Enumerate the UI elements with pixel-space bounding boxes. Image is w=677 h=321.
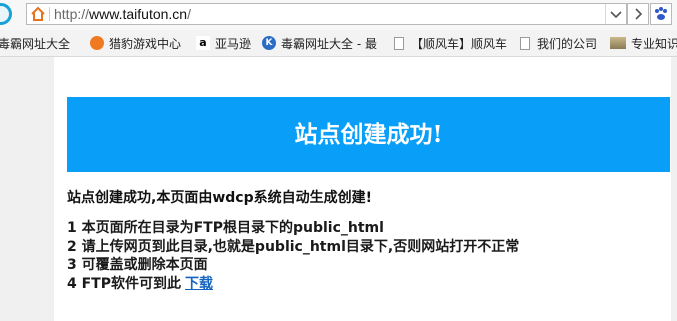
list-item: 2 请上传网页到此目录,也就是public_html目录下,否则网站打开不正常: [67, 238, 520, 255]
url-dropdown-button[interactable]: [605, 4, 626, 24]
bookmark-item[interactable]: a 亚马逊: [196, 35, 251, 51]
thumbnail-icon: [610, 37, 626, 49]
forward-button[interactable]: [627, 3, 649, 25]
chevron-down-icon: [610, 11, 622, 19]
page-icon: [394, 36, 404, 50]
url-prefix: http://: [54, 6, 90, 22]
bookmark-item[interactable]: 【顺风车】顺风车: [394, 35, 507, 51]
bookmark-label: 我们的公司: [537, 36, 598, 51]
success-banner: 站点创建成功!: [67, 97, 670, 172]
bookmark-item[interactable]: 专业知识: [610, 35, 677, 51]
url-text[interactable]: http://www.taifuton.cn/: [54, 6, 191, 23]
address-separator: [49, 7, 50, 21]
address-bar-row: http://www.taifuton.cn/: [0, 0, 677, 31]
bookmark-label: 【顺风车】顺风车: [411, 36, 508, 51]
list-item: 3 可覆盖或删除本页面: [67, 257, 208, 273]
bookmark-item[interactable]: 我们的公司: [520, 35, 597, 51]
bookmark-label: 毒霸网址大全: [0, 36, 71, 51]
home-icon[interactable]: [30, 6, 46, 22]
amazon-icon: a: [196, 36, 210, 50]
bookmark-item[interactable]: K 毒霸网址大全 - 最: [262, 35, 377, 51]
list-item: 4 FTP软件可到此 下载: [67, 275, 667, 294]
browser-logo-icon[interactable]: [0, 3, 12, 25]
left-sidebar-strip: [0, 57, 54, 321]
bookmark-label: 专业知识: [631, 36, 677, 51]
instruction-list: 1 本页面所在目录为FTP根目录下的public_html 2 请上传网页到此目…: [67, 219, 667, 293]
list-item: 1 本页面所在目录为FTP根目录下的public_html: [67, 220, 384, 236]
url-suffix: /: [187, 6, 191, 22]
url-host: www.taifuton.cn: [89, 6, 188, 22]
bookmarks-bar: 毒霸网址大全 猎豹游戏中心 a 亚马逊 K 毒霸网址大全 - 最 【顺风车】顺风…: [0, 30, 677, 57]
bookmark-label: 猎豹游戏中心: [109, 36, 182, 51]
bookmark-item[interactable]: 毒霸网址大全: [0, 35, 70, 51]
download-link[interactable]: 下载: [185, 276, 213, 292]
address-bar[interactable]: http://www.taifuton.cn/: [26, 3, 627, 25]
page-content: 站点创建成功,本页面由wdcp系统自动生成创建! 1 本页面所在目录为FTP根目…: [67, 188, 667, 293]
page-icon: [520, 36, 530, 50]
bookmark-label: 亚马逊: [215, 36, 252, 51]
k-logo-icon: K: [262, 36, 276, 50]
cheetah-icon: [90, 36, 104, 50]
bookmark-label: 毒霸网址大全 - 最: [281, 36, 377, 51]
intro-text: 站点创建成功,本页面由wdcp系统自动生成创建!: [67, 190, 372, 206]
list-item-text: 4 FTP软件可到此: [67, 275, 181, 292]
bookmark-item[interactable]: 猎豹游戏中心: [90, 35, 181, 51]
banner-title: 站点创建成功!: [294, 121, 443, 148]
chevron-right-icon: [635, 8, 643, 20]
paw-search-icon[interactable]: [650, 3, 672, 25]
vertical-scrollbar[interactable]: [671, 57, 677, 321]
